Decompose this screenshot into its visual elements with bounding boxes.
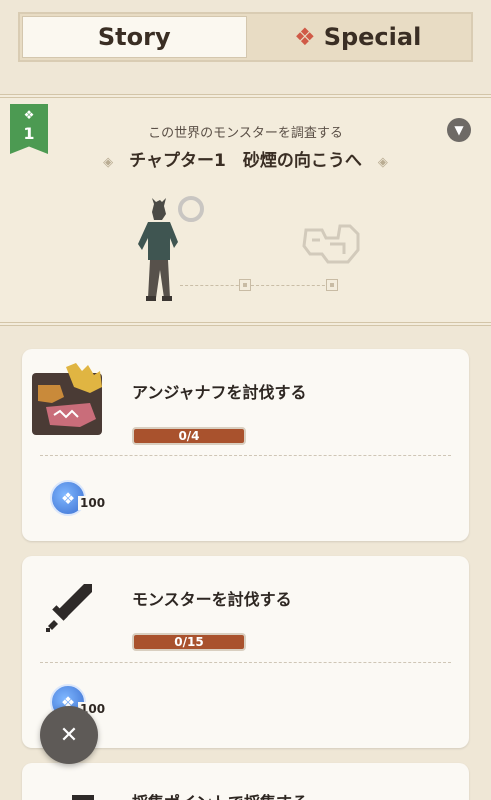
quest-card[interactable]: アンジャナフを討伐する 0/4 ❖ 100 — [22, 349, 469, 541]
tab-story[interactable]: Story — [22, 16, 247, 58]
quest-progress-text: 0/15 — [174, 635, 204, 649]
hunter-figure — [138, 198, 178, 301]
chapter-subtitle: この世界のモンスターを調査する — [148, 126, 343, 141]
chevron-down-icon: ▼ — [454, 123, 464, 137]
quest-title: 採集ポイントで採集する — [132, 789, 308, 800]
chapter-title-row: ◈ チャプター1 砂煙の向こうへ ◈ — [0, 146, 491, 171]
reward-quantity: 100 — [78, 496, 108, 510]
chapter-track — [180, 285, 330, 286]
locked-monster-icon — [302, 224, 360, 264]
gather-icon — [72, 795, 94, 800]
tab-story-label: Story — [97, 23, 171, 51]
track-node-icon — [326, 279, 338, 291]
close-icon: ✕ — [59, 722, 79, 748]
tab-bar: Story ❖ Special — [18, 12, 473, 62]
collapse-button[interactable]: ▼ — [447, 118, 471, 142]
quest-title: モンスターを討伐する — [132, 590, 292, 609]
quest-card[interactable]: 採集ポイントで採集する — [22, 763, 469, 800]
card-divider — [40, 455, 451, 456]
quest-title: アンジャナフを討伐する — [132, 383, 307, 402]
quest-progress-text: 0/4 — [178, 429, 200, 443]
diamond-right-icon: ◈ — [377, 155, 388, 170]
hunter-ring-icon — [178, 196, 204, 222]
chapter-panel: ❖ 1 この世界のモンスターを調査する ◈ チャプター1 砂煙の向こうへ ◈ ▼ — [0, 94, 491, 326]
track-node-icon — [239, 279, 251, 291]
tab-special[interactable]: ❖ Special — [247, 16, 470, 58]
quest-progress-bar: 0/15 — [132, 633, 246, 651]
badge-crest-icon: ❖ — [23, 108, 35, 122]
anjanath-icon — [32, 363, 102, 435]
sword-icon — [46, 584, 92, 632]
quest-progress-bar: 0/4 — [132, 427, 246, 445]
crest-icon: ❖ — [294, 23, 316, 51]
card-divider — [40, 662, 451, 663]
tab-special-label: Special — [323, 23, 422, 51]
close-button[interactable]: ✕ — [40, 706, 98, 764]
chapter-title: チャプター1 砂煙の向こうへ — [129, 151, 362, 171]
diamond-left-icon: ◈ — [103, 155, 114, 170]
